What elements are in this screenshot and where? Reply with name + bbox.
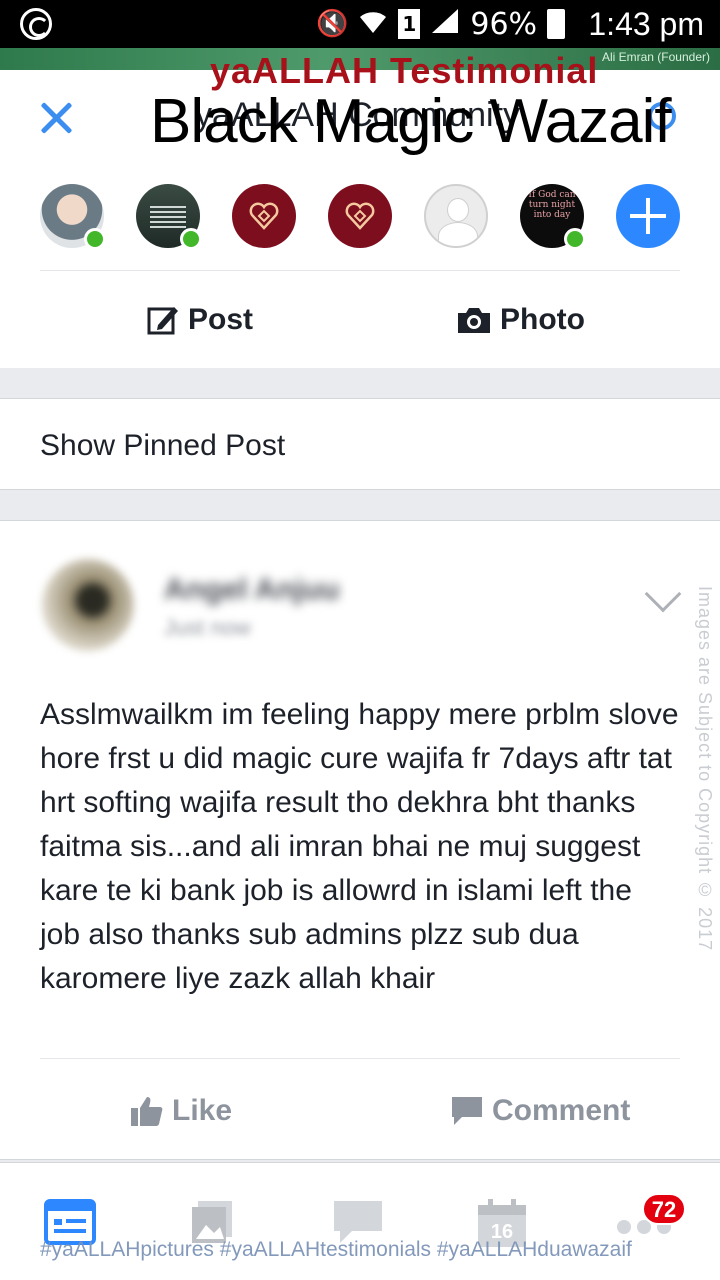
member-avatar[interactable] — [328, 184, 392, 248]
group-header: yaALLAH Community If God can turn night … — [0, 50, 720, 368]
post-button[interactable]: Post — [146, 292, 253, 348]
camera-icon — [458, 308, 490, 333]
comment-button[interactable]: Comment — [450, 1089, 630, 1133]
notification-badge: 72 — [642, 1193, 686, 1225]
chevron-down-icon[interactable] — [644, 575, 682, 613]
member-avatars: If God can turn night into day — [40, 184, 680, 250]
photo-label: Photo — [500, 303, 585, 336]
author-name[interactable]: Angel Anjuu — [164, 573, 340, 607]
online-dot-icon — [564, 228, 586, 250]
banner-caption: Ali Emran (Founder) — [601, 50, 710, 64]
show-pinned-post[interactable]: Show Pinned Post — [0, 398, 720, 490]
watermark-wazaif: Black Magic Wazaif — [150, 87, 672, 156]
member-avatar[interactable] — [40, 184, 106, 250]
photo-button[interactable]: Photo — [456, 292, 585, 348]
status-icons: 🔇 1 96% — [316, 6, 566, 42]
post-text: Asslmwailkm im feeling happy mere prblm … — [40, 698, 679, 995]
messenger-app-icon — [20, 8, 52, 40]
divider — [40, 270, 680, 271]
like-button[interactable]: Like — [130, 1089, 232, 1133]
member-avatar[interactable] — [232, 184, 296, 248]
divider — [40, 1058, 680, 1059]
close-icon[interactable] — [36, 98, 76, 138]
comment-icon — [452, 1097, 482, 1125]
plus-icon[interactable] — [616, 184, 680, 248]
status-clock: 1:43 pm — [588, 6, 704, 42]
author-avatar[interactable] — [42, 559, 134, 651]
post-label: Post — [188, 303, 254, 336]
member-avatar[interactable]: If God can turn night into day — [520, 184, 586, 250]
heart-logo-icon — [345, 202, 375, 230]
comment-label: Comment — [492, 1094, 631, 1127]
mute-vibrate-icon: 🔇 — [316, 9, 349, 39]
member-avatar[interactable] — [136, 184, 202, 250]
online-dot-icon — [84, 228, 106, 250]
hashtag-watermark: #yaALLAHpictures #yaALLAHtestimonials #y… — [40, 1238, 632, 1261]
wifi-icon — [358, 7, 388, 42]
post-card: Angel Anjuu Just now Asslmwailkm im feel… — [0, 520, 720, 1160]
compose-icon — [147, 307, 178, 335]
like-label: Like — [172, 1094, 233, 1127]
battery-percent: 96% — [470, 6, 538, 42]
post-timestamp[interactable]: Just now — [164, 615, 251, 641]
bottom-nav: 16 72 — [0, 1162, 720, 1280]
heart-logo-icon — [249, 202, 279, 230]
thumbs-up-icon — [131, 1097, 163, 1126]
signal-icon — [430, 7, 460, 42]
online-dot-icon — [180, 228, 202, 250]
sim-slot-indicator: 1 — [398, 9, 421, 39]
status-bar: 🔇 1 96% 1:43 pm — [0, 0, 720, 48]
battery-icon — [547, 9, 566, 39]
copyright-watermark: Images are Subject to Copyright © 2017 — [695, 586, 715, 952]
avatar-quote-text: If God can turn night into day — [528, 190, 576, 220]
pinned-label: Show Pinned Post — [40, 429, 286, 462]
member-avatar-default[interactable] — [424, 184, 488, 248]
